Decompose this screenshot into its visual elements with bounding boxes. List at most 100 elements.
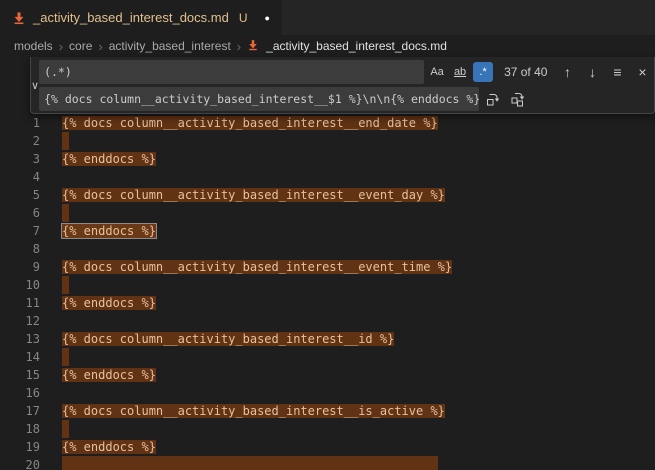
code-line[interactable]: 3 {% enddocs %} [0, 150, 655, 168]
toggle-replace-chevron-icon[interactable]: ∨ [31, 57, 39, 113]
results-count: 37 of 40 [504, 65, 547, 79]
line-number: 10 [0, 276, 40, 294]
line-number: 5 [0, 186, 40, 204]
breadcrumb-item-models[interactable]: models [14, 39, 53, 53]
chevron-right-icon: › [237, 39, 241, 54]
line-number: 17 [0, 402, 40, 420]
code-line[interactable]: 8 [0, 240, 655, 258]
find-match-highlight: {% enddocs %} [62, 152, 156, 166]
line-number: 12 [0, 312, 40, 330]
code-line[interactable]: 20 [0, 456, 655, 470]
replace-icon [485, 91, 501, 107]
replace-value: {% docs column__activity_based_interest_… [44, 92, 479, 106]
find-match-highlight: {% enddocs %} [62, 368, 156, 382]
code-text [40, 168, 62, 186]
code-text [40, 132, 69, 150]
find-match-highlight: {% docs column__activity_based_interest_… [62, 188, 445, 202]
code-line[interactable]: 17 {% docs column__activity_based_interes… [0, 402, 655, 420]
regex-button[interactable]: .* [473, 62, 493, 82]
git-status-badge: U [239, 11, 248, 25]
match-case-button[interactable]: Aa [427, 62, 447, 82]
code-text [40, 456, 438, 470]
code-text [40, 312, 62, 330]
code-line[interactable]: 10 [0, 276, 655, 294]
find-match-highlight: {% docs column__activity_based_interest_… [62, 404, 445, 418]
whole-word-button[interactable]: ab [450, 62, 470, 82]
code-line[interactable]: 11 {% enddocs %} [0, 294, 655, 312]
tab-bar: _activity_based_interest_docs.md U ● [0, 0, 655, 35]
find-match-highlight: {% enddocs %} [62, 296, 156, 310]
code-text: {% docs column__activity_based_interest_… [40, 186, 445, 204]
replace-button[interactable] [482, 88, 504, 110]
breadcrumb-item-core[interactable]: core [69, 39, 92, 53]
code-line[interactable]: 1{% docs column__activity_based_interest… [0, 114, 655, 132]
code-text: {% enddocs %} [40, 294, 156, 312]
replace-all-button[interactable] [507, 88, 529, 110]
editor-content[interactable]: 1{% docs column__activity_based_interest… [0, 114, 655, 470]
line-number: 11 [0, 294, 40, 312]
find-in-selection-button[interactable]: ≡ [606, 61, 628, 83]
find-match-highlight [62, 276, 69, 294]
editor-tab[interactable]: _activity_based_interest_docs.md U ● [0, 0, 283, 35]
code-line[interactable]: 14 [0, 348, 655, 366]
code-line[interactable]: 16 [0, 384, 655, 402]
code-text [40, 420, 69, 438]
find-input[interactable]: (.*) [39, 60, 424, 84]
breadcrumb-item-file[interactable]: _activity_based_interest_docs.md [247, 39, 447, 53]
code-text [40, 348, 69, 366]
find-match-highlight: {% docs column__activity_based_interest_… [62, 260, 452, 274]
code-line[interactable]: 19 {% enddocs %} [0, 438, 655, 456]
line-number: 20 [0, 456, 40, 470]
code-text [40, 204, 69, 222]
markdown-file-icon [247, 39, 261, 53]
line-number: 19 [0, 438, 40, 456]
code-text: {% docs column__activity_based_interest_… [40, 402, 445, 420]
find-match-highlight [62, 132, 69, 150]
code-text [40, 276, 69, 294]
code-text [40, 240, 62, 258]
previous-match-button[interactable]: ↑ [556, 61, 578, 83]
next-match-button[interactable]: ↓ [581, 61, 603, 83]
find-value: (.*) [44, 65, 72, 79]
replace-row: {% docs column__activity_based_interest_… [39, 87, 653, 111]
code-text [40, 384, 62, 402]
replace-input[interactable]: {% docs column__activity_based_interest_… [39, 87, 479, 111]
find-match-highlight: {% docs column__activity_based_interest_… [62, 116, 438, 130]
find-match-highlight [62, 456, 438, 470]
line-number: 3 [0, 150, 40, 168]
close-button[interactable]: × [631, 61, 653, 83]
find-match-highlight: {% enddocs %} [62, 440, 156, 454]
code-text: {% enddocs %} [40, 438, 156, 456]
code-text: {% enddocs %} [40, 150, 156, 168]
code-line[interactable]: 2 [0, 132, 655, 150]
line-number: 16 [0, 384, 40, 402]
code-line[interactable]: 6 [0, 204, 655, 222]
line-number: 13 [0, 330, 40, 348]
line-number: 9 [0, 258, 40, 276]
code-line[interactable]: 5 {% docs column__activity_based_interest… [0, 186, 655, 204]
code-line[interactable]: 15 {% enddocs %} [0, 366, 655, 384]
find-match-highlight [62, 348, 69, 366]
find-match-highlight [62, 204, 69, 222]
code-line[interactable]: 18 [0, 420, 655, 438]
line-number: 6 [0, 204, 40, 222]
code-line[interactable]: 12 [0, 312, 655, 330]
find-replace-widget: ∨ (.*) Aa ab .* 37 of 40 ↑ ↓ ≡ × {% docs… [30, 57, 655, 114]
breadcrumb-item-folder[interactable]: activity_based_interest [109, 39, 231, 53]
current-find-match: {% enddocs %} [62, 224, 156, 238]
vscode-window: _activity_based_interest_docs.md U ● mod… [0, 0, 655, 470]
code-text: {% docs column__activity_based_interest_… [40, 258, 452, 276]
markdown-file-icon [12, 11, 26, 25]
line-number: 15 [0, 366, 40, 384]
code-line[interactable]: 9 {% docs column__activity_based_interest… [0, 258, 655, 276]
code-text: {% enddocs %} [40, 366, 156, 384]
code-line[interactable]: 7 {% enddocs %} [0, 222, 655, 240]
line-number: 2 [0, 132, 40, 150]
chevron-right-icon: › [59, 39, 63, 54]
find-match-highlight [62, 420, 69, 438]
code-text: {% docs column__activity_based_interest_… [40, 114, 438, 132]
line-number: 7 [0, 222, 40, 240]
code-line[interactable]: 4 [0, 168, 655, 186]
code-line[interactable]: 13{% docs column__activity_based_interes… [0, 330, 655, 348]
dirty-indicator-dot[interactable]: ● [265, 13, 270, 23]
